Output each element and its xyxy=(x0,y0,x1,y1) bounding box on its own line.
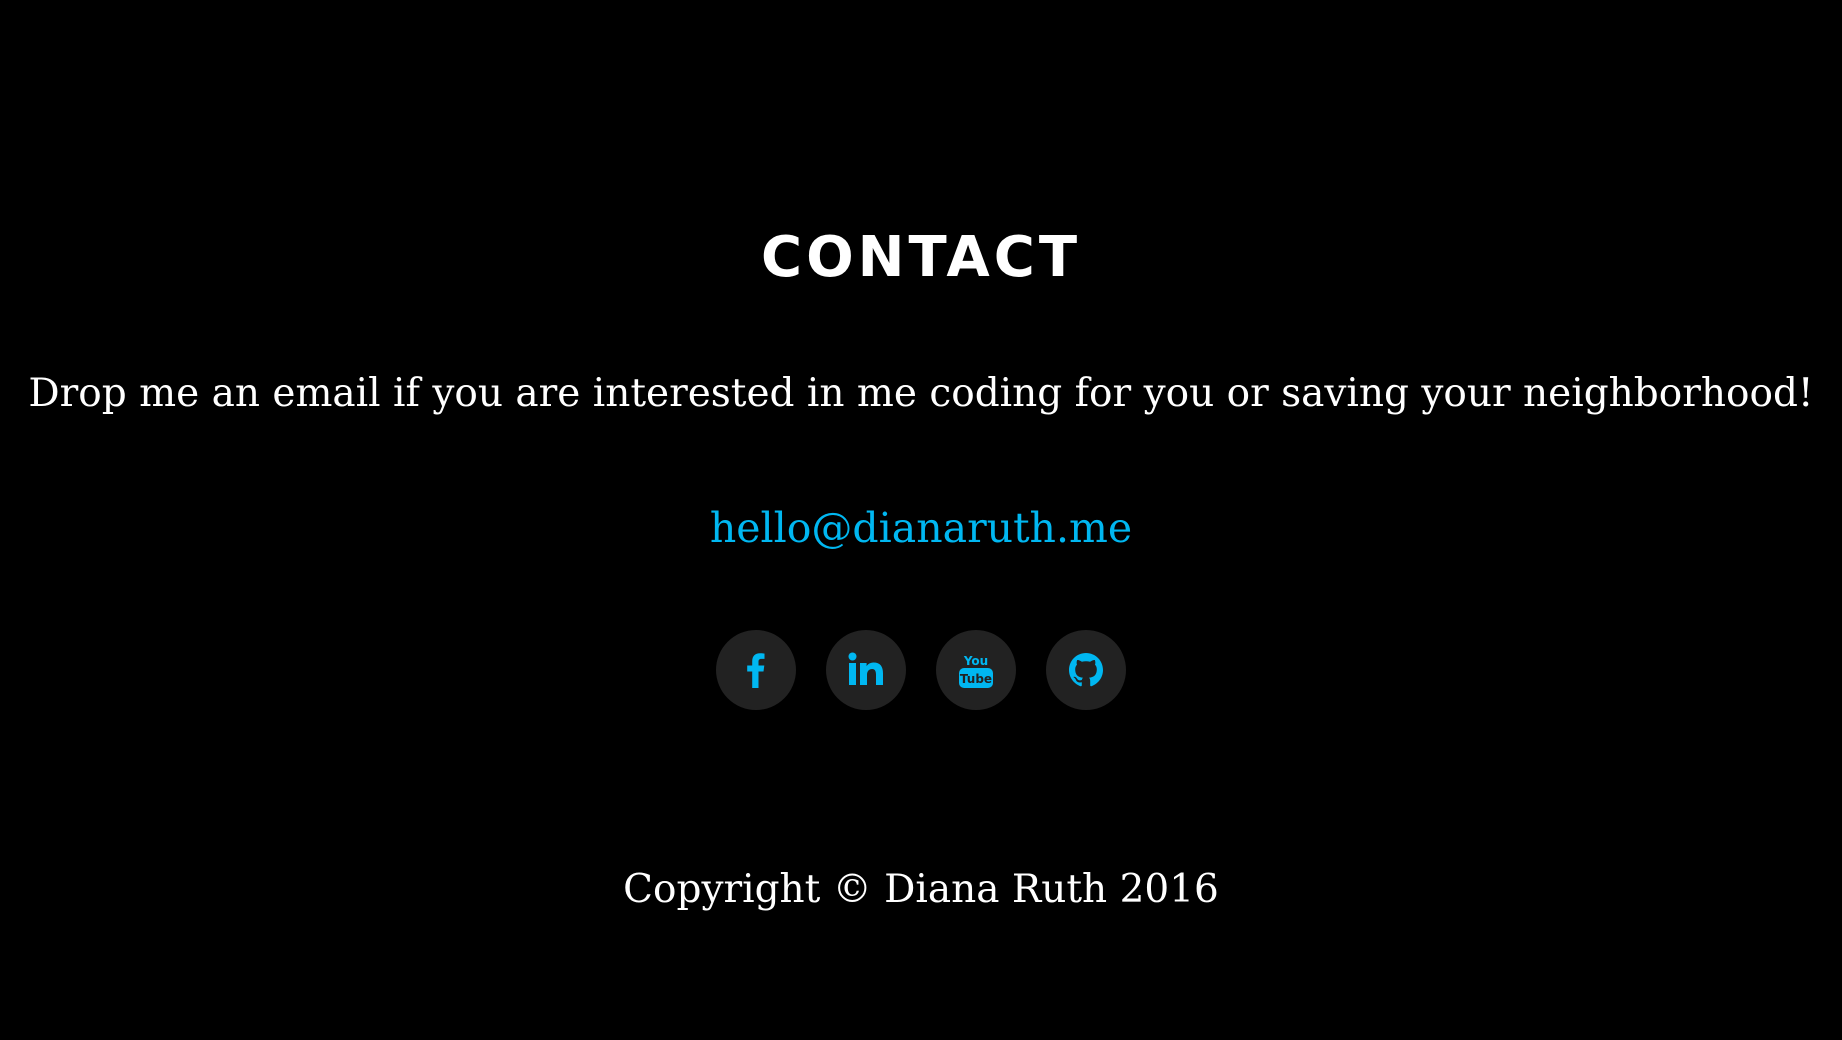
facebook-button[interactable] xyxy=(716,630,796,710)
github-button[interactable] xyxy=(1046,630,1126,710)
linkedin-button[interactable] xyxy=(826,630,906,710)
email-link[interactable]: hello@dianaruth.me xyxy=(0,500,1842,556)
social-links: You Tube xyxy=(0,630,1842,710)
linkedin-icon xyxy=(848,652,883,685)
svg-text:You: You xyxy=(963,654,988,668)
contact-intro-text: Drop me an email if you are interested i… xyxy=(28,371,1814,416)
github-icon xyxy=(1069,653,1103,687)
svg-text:Tube: Tube xyxy=(960,672,992,686)
facebook-icon xyxy=(747,653,765,688)
contact-page: CONTACT Drop me an email if you are inte… xyxy=(0,0,1842,1040)
youtube-button[interactable]: You Tube xyxy=(936,630,1016,710)
contact-heading: CONTACT xyxy=(760,225,1082,290)
youtube-icon: You Tube xyxy=(959,654,993,688)
copyright-text: Copyright © Diana Ruth 2016 xyxy=(623,867,1219,912)
